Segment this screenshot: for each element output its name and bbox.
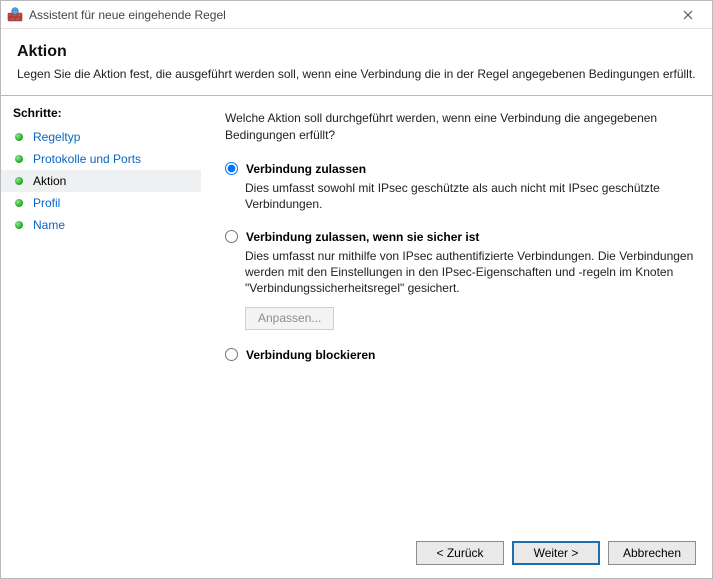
- option-allow-title: Verbindung zulassen: [246, 162, 366, 176]
- option-block-row[interactable]: Verbindung blockieren: [225, 348, 694, 362]
- question-text: Welche Aktion soll durchgeführt werden, …: [225, 110, 694, 144]
- option-allow-secure-row[interactable]: Verbindung zulassen, wenn sie sicher ist: [225, 230, 694, 244]
- option-block: Verbindung blockieren: [225, 348, 694, 362]
- cancel-button[interactable]: Abbrechen: [608, 541, 696, 565]
- sidebar-item-protokolle-und-ports[interactable]: Protokolle und Ports: [1, 148, 201, 170]
- step-bullet-icon: [15, 133, 23, 141]
- option-block-title: Verbindung blockieren: [246, 348, 375, 362]
- sidebar-item-aktion[interactable]: Aktion: [1, 170, 201, 192]
- sidebar-item-name[interactable]: Name: [1, 214, 201, 236]
- option-allow-secure-title: Verbindung zulassen, wenn sie sicher ist: [246, 230, 479, 244]
- option-allow-row[interactable]: Verbindung zulassen: [225, 162, 694, 176]
- sidebar-item-label[interactable]: Protokolle und Ports: [33, 152, 141, 166]
- close-button[interactable]: [668, 3, 708, 27]
- page-title: Aktion: [17, 43, 696, 61]
- sidebar-item-label[interactable]: Name: [33, 218, 65, 232]
- page-subtitle: Legen Sie die Aktion fest, die ausgeführ…: [17, 67, 696, 81]
- sidebar-item-label[interactable]: Profil: [33, 196, 60, 210]
- step-bullet-icon: [15, 177, 23, 185]
- wizard-window: Assistent für neue eingehende Regel Akti…: [0, 0, 713, 579]
- radio-allow-secure[interactable]: [225, 230, 238, 243]
- sidebar-item-profil[interactable]: Profil: [1, 192, 201, 214]
- main-content: Welche Aktion soll durchgeführt werden, …: [201, 96, 712, 528]
- wizard-footer: < Zurück Weiter > Abbrechen: [1, 528, 712, 578]
- sidebar-item-label[interactable]: Aktion: [33, 174, 66, 188]
- step-bullet-icon: [15, 199, 23, 207]
- back-button[interactable]: < Zurück: [416, 541, 504, 565]
- steps-sidebar: Schritte: Regeltyp Protokolle und Ports …: [1, 96, 201, 528]
- steps-list: Regeltyp Protokolle und Ports Aktion Pro…: [1, 126, 201, 236]
- option-allow-secure-desc: Dies umfasst nur mithilfe von IPsec auth…: [245, 248, 694, 297]
- option-allow-secure: Verbindung zulassen, wenn sie sicher ist…: [225, 230, 694, 330]
- sidebar-item-regeltyp[interactable]: Regeltyp: [1, 126, 201, 148]
- window-title: Assistent für neue eingehende Regel: [29, 8, 668, 22]
- wizard-header: Aktion Legen Sie die Aktion fest, die au…: [1, 29, 712, 91]
- option-allow-desc: Dies umfasst sowohl mit IPsec geschützte…: [245, 180, 694, 212]
- sidebar-item-label[interactable]: Regeltyp: [33, 130, 80, 144]
- radio-allow[interactable]: [225, 162, 238, 175]
- option-allow: Verbindung zulassen Dies umfasst sowohl …: [225, 162, 694, 212]
- wizard-body: Schritte: Regeltyp Protokolle und Ports …: [1, 96, 712, 528]
- step-bullet-icon: [15, 221, 23, 229]
- customize-button: Anpassen...: [245, 307, 334, 330]
- next-button[interactable]: Weiter >: [512, 541, 600, 565]
- step-bullet-icon: [15, 155, 23, 163]
- firewall-icon: [7, 7, 23, 23]
- customize-row: Anpassen...: [245, 307, 694, 330]
- radio-block[interactable]: [225, 348, 238, 361]
- titlebar: Assistent für neue eingehende Regel: [1, 1, 712, 29]
- steps-label: Schritte:: [1, 102, 201, 126]
